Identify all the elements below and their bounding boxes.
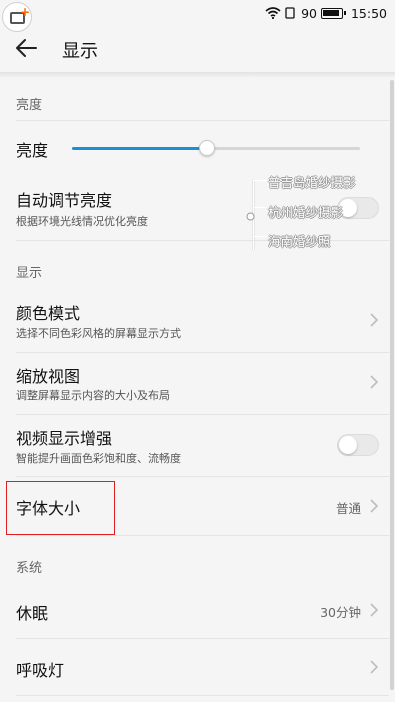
chevron-right-icon xyxy=(370,375,379,389)
section-title-brightness: 亮度 xyxy=(16,98,43,113)
video-enhance-subtitle: 智能提升画面色彩饱和度、流畅度 xyxy=(16,452,181,465)
zoom-view-row[interactable]: 缩放视图 调整屏幕显示内容的大小及布局 xyxy=(0,353,389,414)
chevron-right-icon xyxy=(370,660,379,674)
chevron-right-icon xyxy=(370,603,379,617)
app-bar: 显示 xyxy=(0,26,395,72)
color-mode-row[interactable]: 颜色模式 选择不同色彩风格的屏幕显示方式 xyxy=(0,290,389,352)
video-enhance-title: 视频显示增强 xyxy=(16,429,113,448)
display-settings-screen: + 90 15:50 显示 亮度 亮度 自动调节亮度 根据环境光线情况优化亮度 … xyxy=(0,0,395,702)
status-bar: + 90 15:50 xyxy=(0,0,395,32)
watermark-tick xyxy=(253,207,267,208)
font-size-value: 普通 xyxy=(335,501,361,516)
divider xyxy=(16,695,389,696)
brightness-label: 亮度 xyxy=(16,141,49,160)
auto-brightness-subtitle: 根据环境光线情况优化亮度 xyxy=(16,215,148,228)
chevron-right-icon xyxy=(370,313,379,327)
section-title-system: 系统 xyxy=(16,561,43,576)
watermark-overlay: 普吉岛婚纱摄影 杭州婚纱摄影 海南婚纱照 xyxy=(246,172,376,252)
wifi-icon xyxy=(265,7,281,19)
battery-percent: 90 xyxy=(301,5,317,21)
watermark-dot-icon xyxy=(246,212,255,221)
sleep-row[interactable]: 休眠 30分钟 xyxy=(0,582,389,638)
color-mode-title: 颜色模式 xyxy=(16,304,81,323)
watermark-tick xyxy=(253,180,267,181)
watermark-text: 海南婚纱照 xyxy=(268,234,331,249)
page-title: 显示 xyxy=(62,41,98,62)
back-arrow-icon[interactable] xyxy=(12,36,40,60)
battery-icon xyxy=(320,7,346,19)
brightness-slider[interactable] xyxy=(72,140,360,156)
clock: 15:50 xyxy=(350,5,387,21)
sim-signal-icon xyxy=(285,7,295,19)
watermark-text: 杭州婚纱摄影 xyxy=(268,205,344,220)
watermark-tick xyxy=(253,236,267,237)
video-enhance-toggle[interactable] xyxy=(337,434,379,456)
section-title-display: 显示 xyxy=(16,266,43,281)
font-size-highlight-box xyxy=(6,481,115,535)
watermark-text: 普吉岛婚纱摄影 xyxy=(268,175,356,190)
sleep-title: 休眠 xyxy=(16,604,49,623)
header-shadow xyxy=(0,72,395,78)
color-mode-subtitle: 选择不同色彩风格的屏幕显示方式 xyxy=(16,327,181,340)
chevron-right-icon xyxy=(370,499,379,513)
video-enhance-row[interactable]: 视频显示增强 智能提升画面色彩饱和度、流畅度 xyxy=(0,415,389,476)
breathing-light-row[interactable]: 呼吸灯 xyxy=(0,639,389,695)
breathing-light-title: 呼吸灯 xyxy=(16,661,65,680)
divider xyxy=(16,535,389,536)
sleep-value: 30分钟 xyxy=(320,605,361,620)
zoom-view-title: 缩放视图 xyxy=(16,367,81,386)
brightness-slider-fill xyxy=(72,147,208,150)
zoom-view-subtitle: 调整屏幕显示内容的大小及布局 xyxy=(16,389,170,402)
auto-brightness-title: 自动调节亮度 xyxy=(16,191,113,210)
scrollbar[interactable] xyxy=(390,80,394,690)
